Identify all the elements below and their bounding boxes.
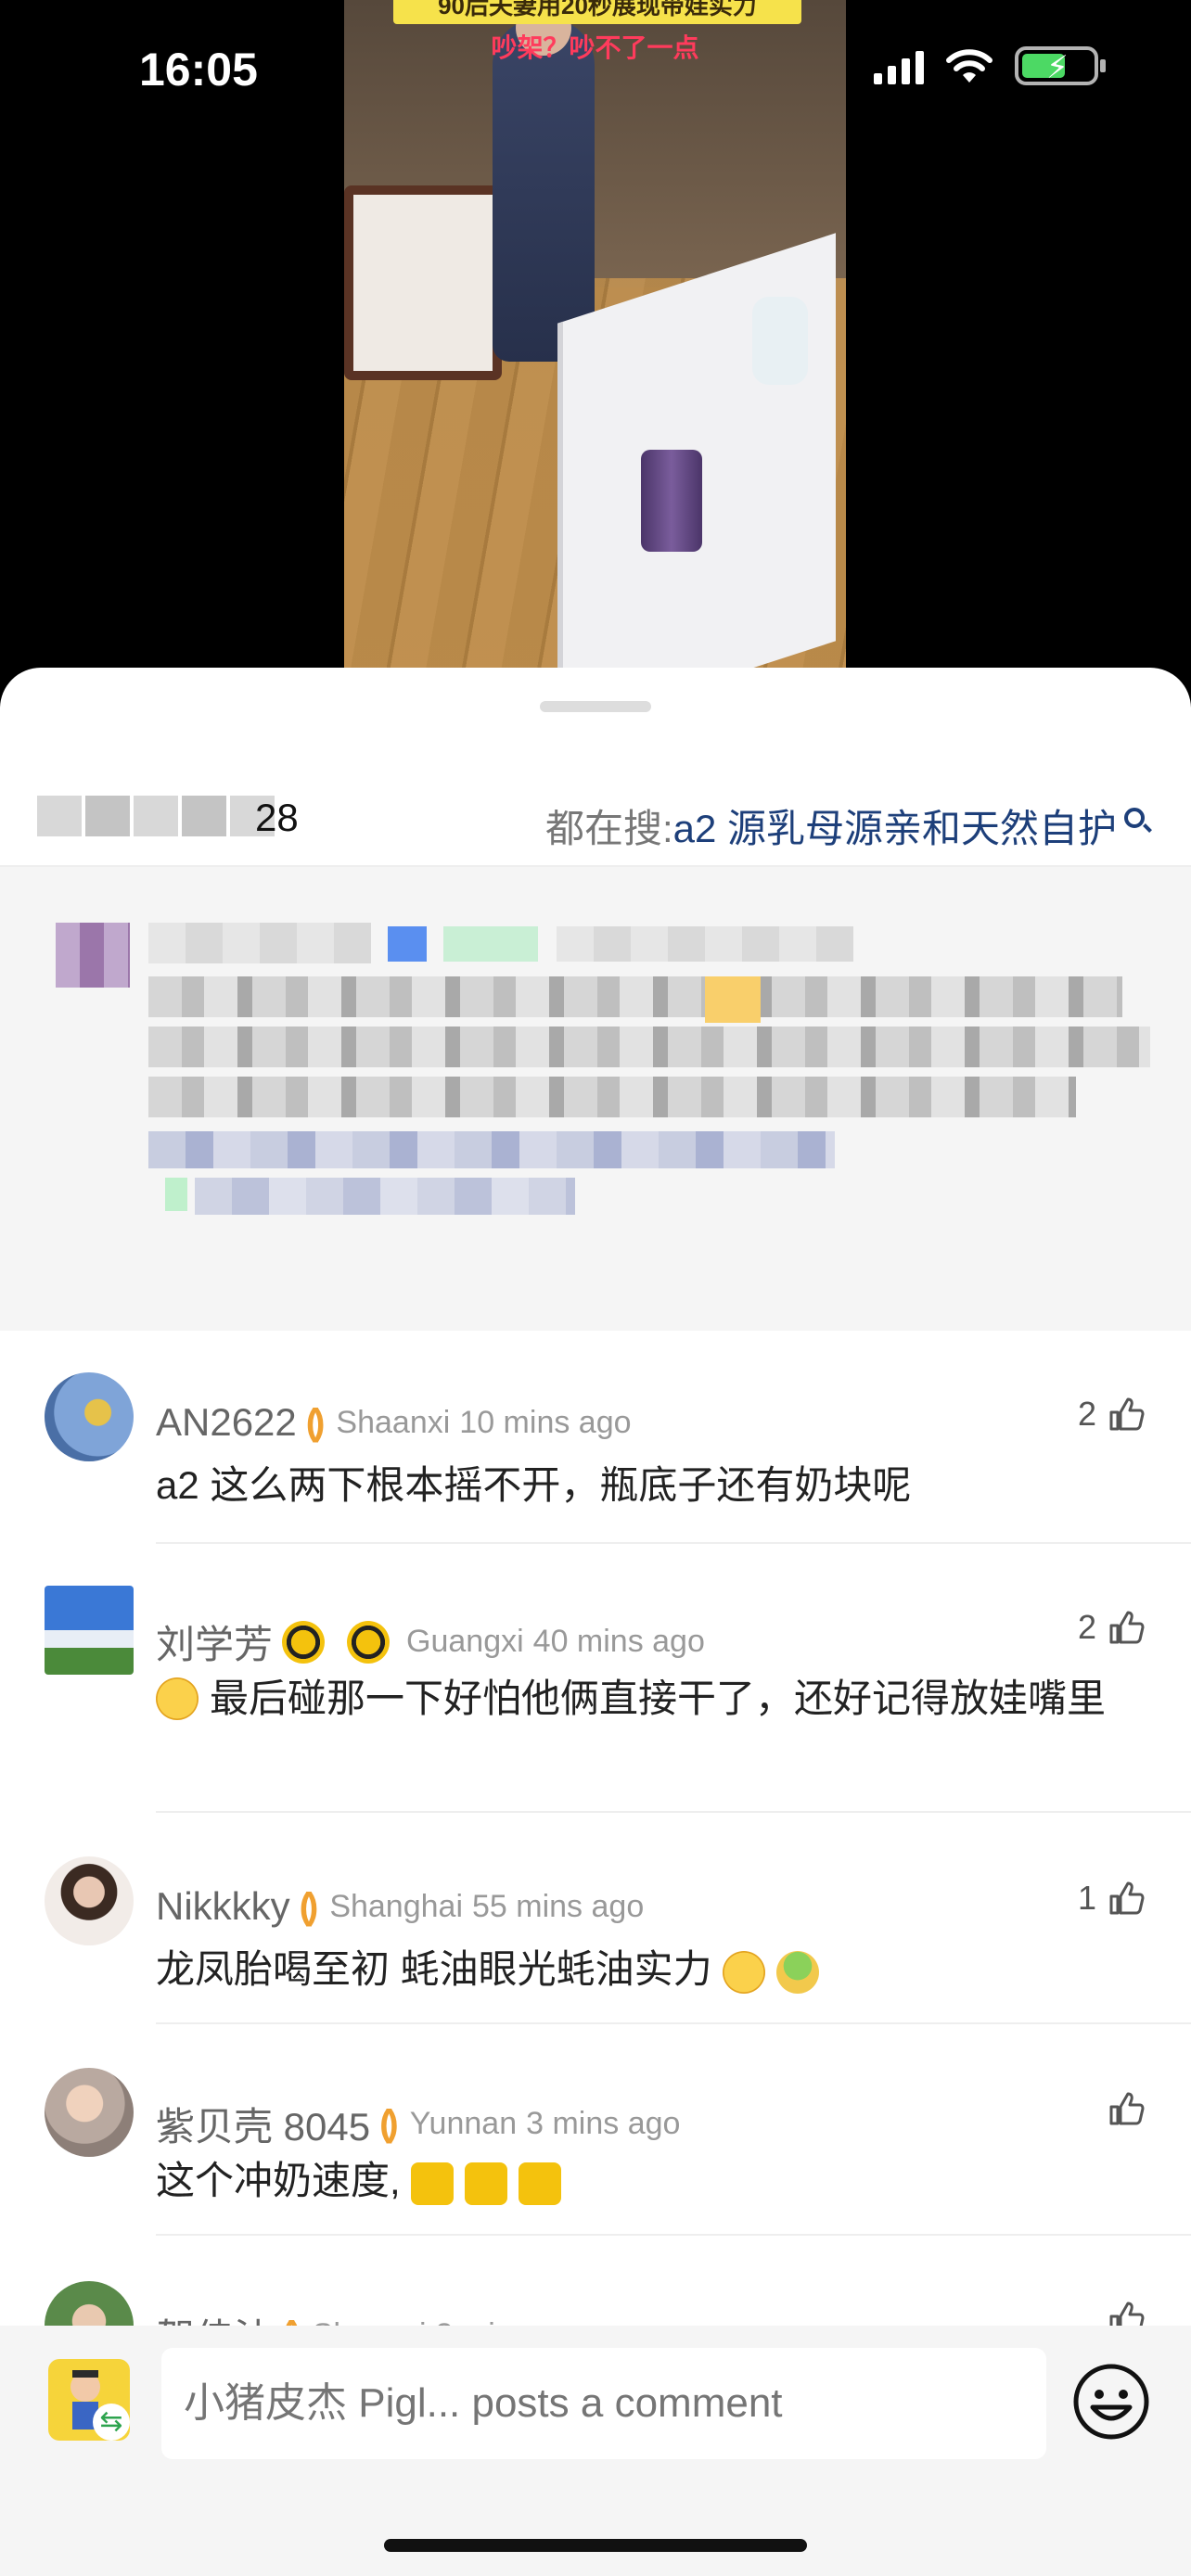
- cellular-signal-icon: [874, 47, 924, 84]
- video-sofa: [344, 185, 502, 380]
- search-suggestion[interactable]: 都在搜: a2 源乳母源亲和天然自护: [545, 797, 1145, 854]
- like-button[interactable]: 2: [1078, 1395, 1145, 1434]
- thumbs-up-emoji-icon: [411, 2162, 455, 2205]
- comment-text: a2 这么两下根本摇不开，瓶底子还有奶块呢: [156, 1463, 912, 1507]
- thumbs-up-emoji-icon: [465, 2162, 508, 2205]
- thumbs-up-icon: [1109, 2092, 1145, 2125]
- comment-count-suffix: 28: [255, 796, 299, 839]
- search-icon: [1124, 807, 1145, 828]
- blurred-link: [148, 1131, 835, 1168]
- my-avatar[interactable]: ⇆: [48, 2359, 130, 2441]
- comment-sheet: 28 都在搜: a2 源乳母源亲和天然自护 AN2622 () Shaanxi …: [0, 668, 1191, 2576]
- status-time: 16:05: [139, 44, 258, 96]
- comment-time: 55 mins ago: [472, 1888, 645, 1924]
- bee-icon: [282, 1620, 326, 1664]
- comment-text: 这个冲奶速度,: [156, 2153, 1158, 2209]
- search-suggestion-keyword[interactable]: a2 源乳母源亲和天然自护: [673, 797, 1117, 854]
- comment-location: Shaanxi: [336, 1404, 451, 1440]
- video-kettle: [752, 297, 808, 385]
- comment-divider: [156, 1542, 1191, 1544]
- comment-author[interactable]: AN2622: [156, 1400, 297, 1445]
- comment-author[interactable]: 刘学芳: [156, 1613, 273, 1670]
- comment-location: Guangxi: [406, 1624, 524, 1659]
- blurred-text: [148, 923, 371, 963]
- comment-time: 40 mins ago: [532, 1624, 705, 1659]
- thumbs-up-icon: [1109, 1881, 1145, 1915]
- blurred-text: [148, 976, 1122, 1017]
- blurred-text: [557, 926, 853, 962]
- thumbs-up-emoji-icon: [518, 2162, 561, 2205]
- comment-text-content: 龙凤胎喝至初 蚝油眼光蚝油实力: [156, 1947, 712, 1991]
- comment-text: 最后碰那一下好怕他俩直接干了，还好记得放娃嘴里: [210, 1677, 1107, 1720]
- comment-divider: [156, 2234, 1191, 2236]
- comment-author-line: Nikkkky () Shanghai 55 mins ago: [156, 1884, 644, 1929]
- like-button[interactable]: [1108, 2090, 1145, 2127]
- comment-location: Shanghai: [329, 1888, 463, 1924]
- bee-icon: [347, 1620, 391, 1664]
- vip-badge-icon: (): [299, 1885, 318, 1927]
- video-milk-can: [641, 450, 702, 552]
- home-indicator[interactable]: [384, 2539, 807, 2552]
- pinned-comment-blurred[interactable]: [0, 867, 1191, 1331]
- comment-author[interactable]: Nikkkky: [156, 1884, 290, 1929]
- pinned-avatar-blurred: [56, 923, 130, 988]
- comment-author-line: 刘学芳 Guangxi 40 mins ago: [156, 1613, 705, 1670]
- avatar[interactable]: [45, 1856, 134, 1945]
- status-icons: ⚡: [874, 46, 1106, 85]
- avatar[interactable]: [45, 1372, 134, 1461]
- blurred-text: [148, 1027, 1150, 1067]
- like-count: 2: [1077, 1395, 1096, 1433]
- emoji-picker-icon[interactable]: [1072, 2363, 1150, 2441]
- avatar[interactable]: [45, 1586, 134, 1675]
- comment-author-line: AN2622 () Shaanxi 10 mins ago: [156, 1400, 632, 1445]
- character-emoji-icon: [776, 1950, 820, 1994]
- blurred-badge: [443, 926, 538, 962]
- like-button[interactable]: 2: [1078, 1608, 1145, 1647]
- grin-emoji-icon: [156, 1677, 198, 1720]
- blurred-emoji: [705, 976, 761, 1023]
- 666-emoji-icon: [723, 1950, 766, 1994]
- comment-count-blurred: [37, 788, 278, 844]
- sheet-drag-handle[interactable]: [540, 701, 651, 712]
- comment-author-line: 紫贝壳 8045 () Yunnan 3 mins ago: [156, 2096, 680, 2152]
- comment-time: 3 mins ago: [526, 2106, 681, 2141]
- comment-author[interactable]: 紫贝壳 8045: [156, 2096, 370, 2152]
- blurred-badge: [165, 1178, 187, 1211]
- like-count: 2: [1077, 1608, 1096, 1646]
- status-bar: 16:05 ⚡: [0, 0, 1191, 139]
- comment-text-content: 这个冲奶速度,: [156, 2159, 401, 2202]
- comment-divider: [156, 2022, 1191, 2024]
- comment-divider: [156, 1811, 1191, 1813]
- wifi-icon: [946, 49, 992, 83]
- battery-charging-icon: ⚡: [1015, 46, 1106, 85]
- search-suggestion-label: 都在搜:: [544, 807, 673, 850]
- comment-time: 10 mins ago: [459, 1404, 632, 1440]
- like-count: 1: [1077, 1879, 1096, 1917]
- vip-badge-icon: (): [305, 1401, 325, 1443]
- blurred-text: [148, 1077, 1076, 1117]
- vip-badge-icon: (): [379, 2103, 398, 2144]
- blurred-reply-link: [195, 1178, 575, 1215]
- thumbs-up-icon: [1109, 1397, 1145, 1431]
- comment-input[interactable]: [161, 2348, 1046, 2459]
- comment-location: Yunnan: [409, 2106, 518, 2141]
- thumbs-up-icon: [1109, 1611, 1145, 1644]
- sheet-header: 28 都在搜: a2 源乳母源亲和天然自护: [0, 770, 1191, 872]
- comment-text: 龙凤胎喝至初 蚝油眼光蚝油实力: [156, 1942, 1158, 1997]
- blurred-badge: [388, 926, 427, 962]
- avatar[interactable]: [45, 2068, 134, 2157]
- switch-account-icon[interactable]: ⇆: [93, 2404, 130, 2441]
- like-button[interactable]: 1: [1078, 1879, 1145, 1918]
